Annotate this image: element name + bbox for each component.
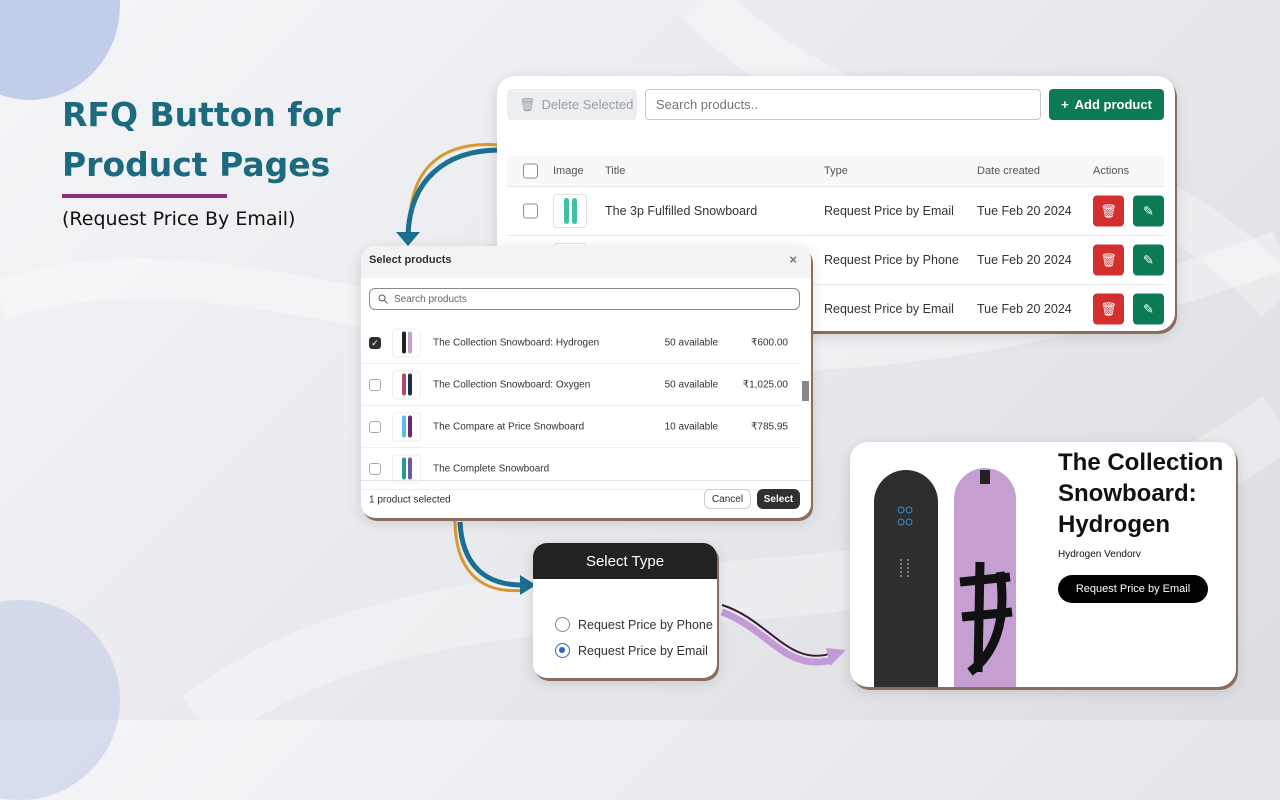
table-row: The 3p Fulfilled Snowboard Request Price…: [507, 186, 1164, 235]
snowboard-image: [874, 468, 1016, 687]
item-name: The Compare at Price Snowboard: [433, 421, 585, 432]
row-type: Request Price by Email: [824, 204, 954, 218]
product-list-item[interactable]: The Compare at Price Snowboard 10 availa…: [361, 406, 801, 448]
modal-header: Select products ×: [361, 246, 811, 278]
item-name: The Collection Snowboard: Oxygen: [433, 379, 591, 390]
title-underline: [62, 194, 227, 198]
item-price: ₹785.95: [751, 421, 788, 432]
edit-row-button[interactable]: ✎: [1133, 195, 1164, 227]
pencil-icon: ✎: [1143, 252, 1154, 267]
search-input[interactable]: [645, 89, 1041, 120]
product-list-item[interactable]: ✓ The Collection Snowboard: Hydrogen 50 …: [361, 322, 801, 364]
preview-title: The Collection Snowboard: Hydrogen: [1058, 449, 1224, 538]
search-icon: [378, 294, 388, 304]
pencil-icon: ✎: [1143, 203, 1154, 218]
item-checkbox[interactable]: [369, 420, 381, 433]
modal-footer: 1 product selected Cancel Select: [361, 480, 811, 518]
edit-row-button[interactable]: ✎: [1133, 293, 1164, 325]
item-stock: 50 available: [664, 379, 718, 390]
row-date: Tue Feb 20 2024: [977, 204, 1072, 218]
row-type: Request Price by Phone: [824, 253, 959, 267]
product-thumbnail: [392, 412, 421, 441]
modal-search-input[interactable]: Search products: [369, 288, 800, 310]
item-checkbox[interactable]: [369, 378, 381, 391]
delete-row-button[interactable]: 🗑: [1093, 293, 1124, 325]
delete-row-button[interactable]: 🗑: [1093, 244, 1124, 276]
add-product-button[interactable]: + Add product: [1049, 89, 1164, 120]
delete-row-button[interactable]: 🗑: [1093, 195, 1124, 227]
col-actions: Actions: [1093, 165, 1130, 177]
select-products-modal: Select products × Search products ✓ The C…: [361, 246, 811, 518]
row-title: The 3p Fulfilled Snowboard: [605, 204, 758, 218]
plus-icon: +: [1061, 97, 1069, 112]
row-date: Tue Feb 20 2024: [977, 302, 1072, 316]
request-price-button[interactable]: Request Price by Email: [1058, 575, 1208, 603]
product-thumbnail: [553, 194, 587, 228]
item-name: The Complete Snowboard: [433, 463, 550, 474]
item-checkbox[interactable]: [369, 462, 381, 475]
scrollbar[interactable]: [802, 323, 810, 478]
pencil-icon: ✎: [1143, 301, 1154, 316]
product-preview: The Collection Snowboard: Hydrogen Hydro…: [850, 442, 1236, 687]
row-date: Tue Feb 20 2024: [977, 253, 1072, 267]
col-type: Type: [824, 165, 848, 177]
hero-subtitle: (Request Price By Email): [62, 208, 296, 230]
product-thumbnail: [392, 454, 421, 483]
row-type: Request Price by Email: [824, 302, 954, 316]
col-image: Image: [553, 165, 584, 177]
hero-title: RFQ Button for Product Pages: [62, 95, 341, 184]
col-date: Date created: [977, 165, 1040, 177]
radio-phone[interactable]: [555, 617, 570, 632]
item-checkbox[interactable]: ✓: [369, 336, 381, 349]
select-type-panel: Select Type Request Price by Phone Reque…: [533, 543, 717, 678]
product-thumbnail: [392, 370, 421, 399]
row-checkbox[interactable]: [523, 203, 538, 219]
trash-icon: 🗑: [519, 96, 536, 112]
product-thumbnail: [392, 328, 421, 357]
select-type-title: Select Type: [533, 543, 717, 579]
radio-email[interactable]: [555, 643, 570, 658]
option-phone[interactable]: Request Price by Phone: [555, 617, 713, 632]
item-price: ₹600.00: [751, 337, 788, 348]
item-price: ₹1,025.00: [742, 379, 788, 390]
trash-icon: 🗑: [1100, 301, 1117, 316]
preview-vendor: Hydrogen Vendorv: [1058, 549, 1141, 560]
cancel-button[interactable]: Cancel: [704, 489, 751, 509]
trash-icon: 🗑: [1100, 252, 1117, 267]
hero: RFQ Button for Product Pages (Request Pri…: [62, 90, 341, 230]
item-stock: 50 available: [664, 337, 718, 348]
product-list-item[interactable]: The Collection Snowboard: Oxygen 50 avai…: [361, 364, 801, 406]
table-header: Image Title Type Date created Actions: [507, 156, 1164, 186]
option-email[interactable]: Request Price by Email: [555, 643, 708, 658]
item-stock: 10 available: [664, 421, 718, 432]
select-button[interactable]: Select: [757, 489, 800, 509]
trash-icon: 🗑: [1100, 203, 1117, 218]
delete-selected-button[interactable]: 🗑 Delete Selected: [507, 89, 637, 120]
edit-row-button[interactable]: ✎: [1133, 244, 1164, 276]
selection-status: 1 product selected: [369, 494, 451, 505]
select-all-checkbox[interactable]: [523, 163, 538, 179]
close-icon[interactable]: ×: [789, 252, 797, 267]
item-name: The Collection Snowboard: Hydrogen: [433, 337, 600, 348]
col-title: Title: [605, 165, 626, 177]
